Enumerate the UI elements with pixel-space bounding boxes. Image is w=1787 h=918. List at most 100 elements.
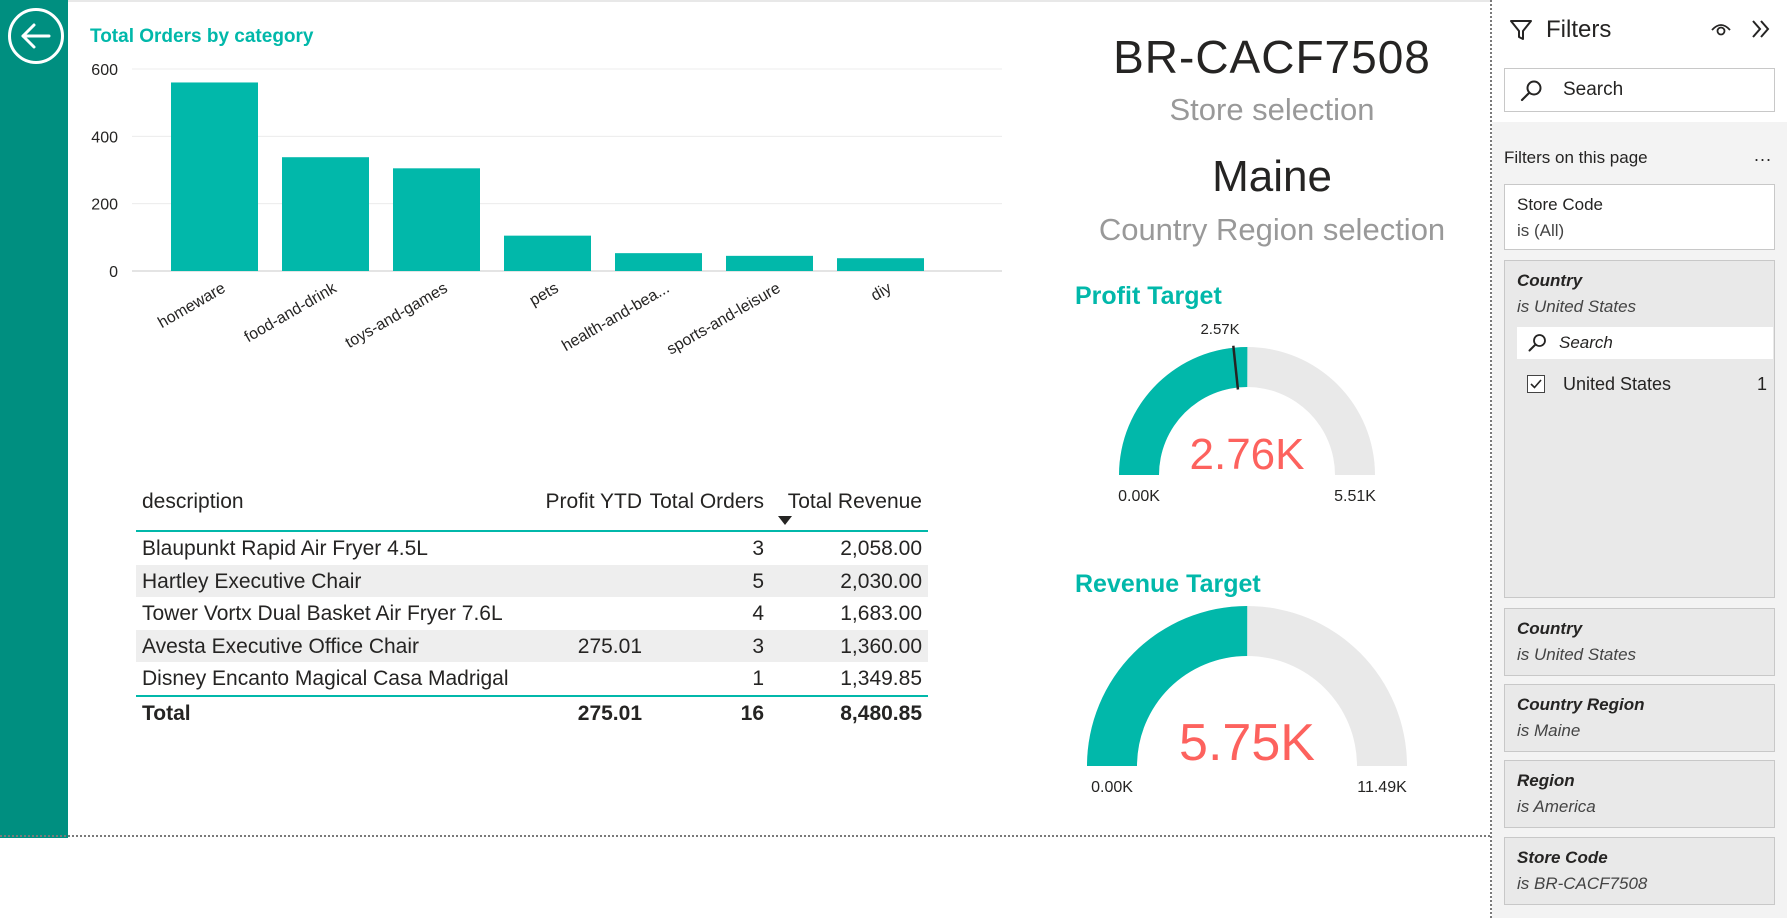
filters-section-label: Filters on this page <box>1504 148 1648 167</box>
filter-name: Country <box>1517 271 1583 290</box>
gauge-max-label: 5.51K <box>1334 488 1376 505</box>
cell-description: Blaupunkt Rapid Air Fryer 4.5L <box>142 537 428 560</box>
table-row[interactable]: Hartley Executive Chair 5 2,030.00 <box>136 564 928 597</box>
chart-title: Total Orders by category <box>90 26 314 47</box>
table-row[interactable]: Disney Encanto Magical Casa Madrigal 1 1,3… <box>136 662 928 695</box>
option-label: United States <box>1563 374 1672 394</box>
cell-description: Tower Vortx Dual Basket Air Fryer 7.6L <box>142 602 503 625</box>
filter-option-united-states[interactable]: United States 1 <box>1527 373 1767 399</box>
filter-funnel-icon <box>1510 20 1532 40</box>
x-tick-label: pets <box>527 280 562 310</box>
gauge-value: 5.75K <box>1179 714 1315 772</box>
table-row[interactable]: Blaupunkt Rapid Air Fryer 4.5L 3 2,058.00 <box>136 532 928 565</box>
bar-food-and-drink[interactable] <box>282 157 369 271</box>
sort-descending-icon[interactable] <box>778 516 792 525</box>
table-row[interactable]: Tower Vortx Dual Basket Air Fryer 7.6L 4 1… <box>136 597 928 630</box>
store-code-card: BR-CACF7508 <box>1113 31 1431 83</box>
search-icon <box>1528 334 1546 352</box>
filter-value: is United States <box>1517 297 1637 316</box>
revenue-target-title: Revenue Target <box>1075 570 1261 598</box>
x-tick-label: toys-and-games <box>343 280 451 352</box>
bar-chart[interactable]: 0 200 400 600 homeware food-and-drink toys-and… <box>70 55 1010 415</box>
total-revenue: 8,480.85 <box>840 701 922 725</box>
filters-header: Filters <box>1492 0 1787 56</box>
gauge-min-label: 0.00K <box>1091 779 1133 796</box>
filter-card-region[interactable]: Region is America <box>1504 760 1775 828</box>
filter-name: Country <box>1517 619 1583 638</box>
filters-search-input[interactable]: Search <box>1504 68 1775 112</box>
arrow-left-icon <box>21 23 51 49</box>
filter-card-store-code-all[interactable]: Store Code is (All) <box>1504 184 1775 250</box>
bar-diy[interactable] <box>837 258 924 271</box>
checkbox-checked-icon[interactable] <box>1527 375 1545 393</box>
cell-profit-ytd: 275.01 <box>577 634 642 658</box>
filters-pane: Filters Search Filters on this page ... … <box>1490 0 1787 918</box>
cell-total-orders: 5 <box>752 569 764 593</box>
filters-title: Filters <box>1546 16 1612 43</box>
gauge-min-label: 0.00K <box>1118 488 1160 505</box>
cell-total-orders: 4 <box>752 602 764 625</box>
header-profit-ytd[interactable]: Profit YTD <box>546 490 642 514</box>
filter-card-country[interactable]: Country is United States <box>1504 608 1775 676</box>
table-row[interactable]: Avesta Executive Office Chair 275.01 3 1,36… <box>136 629 928 662</box>
gauge-target-label: 2.57K <box>1200 321 1239 338</box>
filter-value: is (All) <box>1517 221 1565 240</box>
cell-total-revenue: 2,058.00 <box>840 537 922 560</box>
canvas-bottom-border <box>0 835 1490 837</box>
eye-icon[interactable] <box>1710 20 1732 38</box>
bar-sports-and-leisure[interactable] <box>726 255 813 271</box>
header-total-orders[interactable]: Total Orders <box>650 490 764 514</box>
x-tick-label: health-and-bea... <box>559 280 672 355</box>
cell-total-revenue: 1,349.85 <box>840 667 922 690</box>
filter-card-store-code[interactable]: Store Code is BR-CACF7508 <box>1504 837 1775 905</box>
bar-pets[interactable] <box>504 235 591 271</box>
filters-search-placeholder: Search <box>1563 79 1624 100</box>
y-tick-label: 600 <box>91 62 118 79</box>
filter-card-country-expanded[interactable]: Country is United States Search United S… <box>1504 260 1775 598</box>
x-tick-label: sports-and-leisure <box>664 280 783 359</box>
revenue-gauge[interactable]: 5.75K 0.00K 11.49K <box>1070 598 1430 798</box>
profit-target-title: Profit Target <box>1075 282 1222 310</box>
filters-scrollbar[interactable] <box>1780 122 1786 918</box>
profit-gauge[interactable]: 2.57K 2.76K 0.00K 5.51K <box>1100 320 1400 510</box>
bar-toys-and-games[interactable] <box>393 168 480 271</box>
filter-card-country-region[interactable]: Country Region is Maine <box>1504 684 1775 752</box>
x-tick-label: homeware <box>155 280 228 332</box>
cell-total-revenue: 2,030.00 <box>840 569 922 593</box>
country-search-input[interactable]: Search <box>1517 327 1773 359</box>
search-icon <box>1520 80 1542 102</box>
bar-homeware[interactable] <box>171 82 258 271</box>
bar-health-and-bea...[interactable] <box>615 253 702 271</box>
x-tick-label: food-and-drink <box>242 279 341 346</box>
collapse-pane-icon[interactable] <box>1750 18 1772 40</box>
cell-description: Disney Encanto Magical Casa Madrigal <box>142 667 509 690</box>
filter-value: is America <box>1517 797 1596 816</box>
region-card: Maine <box>1212 152 1332 201</box>
x-tick-label: diy <box>868 280 894 305</box>
region-caption: Country Region selection <box>1098 212 1446 247</box>
cell-total-revenue: 1,360.00 <box>840 634 922 658</box>
cell-total-orders: 3 <box>752 537 764 560</box>
y-tick-label: 200 <box>91 197 118 214</box>
canvas-top-border <box>68 0 1490 2</box>
y-tick-label: 0 <box>109 264 118 281</box>
filter-name: Store Code <box>1517 195 1603 214</box>
gauge-value: 2.76K <box>1190 430 1305 479</box>
back-button[interactable] <box>8 8 64 64</box>
y-tick-label: 400 <box>91 129 118 146</box>
filter-value: is BR-CACF7508 <box>1517 874 1648 893</box>
filter-name: Region <box>1517 771 1575 790</box>
header-total-revenue[interactable]: Total Revenue <box>788 490 922 514</box>
option-count: 1 <box>1756 374 1767 394</box>
filter-value: is United States <box>1517 645 1637 664</box>
cell-total-revenue: 1,683.00 <box>840 602 922 625</box>
total-label: Total <box>142 701 191 725</box>
more-options-icon[interactable]: ... <box>1754 145 1772 166</box>
orders-table[interactable]: description Profit YTD Total Orders Tota… <box>136 484 928 729</box>
navigation-strip <box>0 0 68 838</box>
filter-name: Country Region <box>1517 695 1645 714</box>
country-search-placeholder: Search <box>1559 333 1613 352</box>
filter-name: Store Code <box>1517 848 1608 867</box>
header-description[interactable]: description <box>142 490 244 514</box>
total-orders: 16 <box>740 701 764 725</box>
